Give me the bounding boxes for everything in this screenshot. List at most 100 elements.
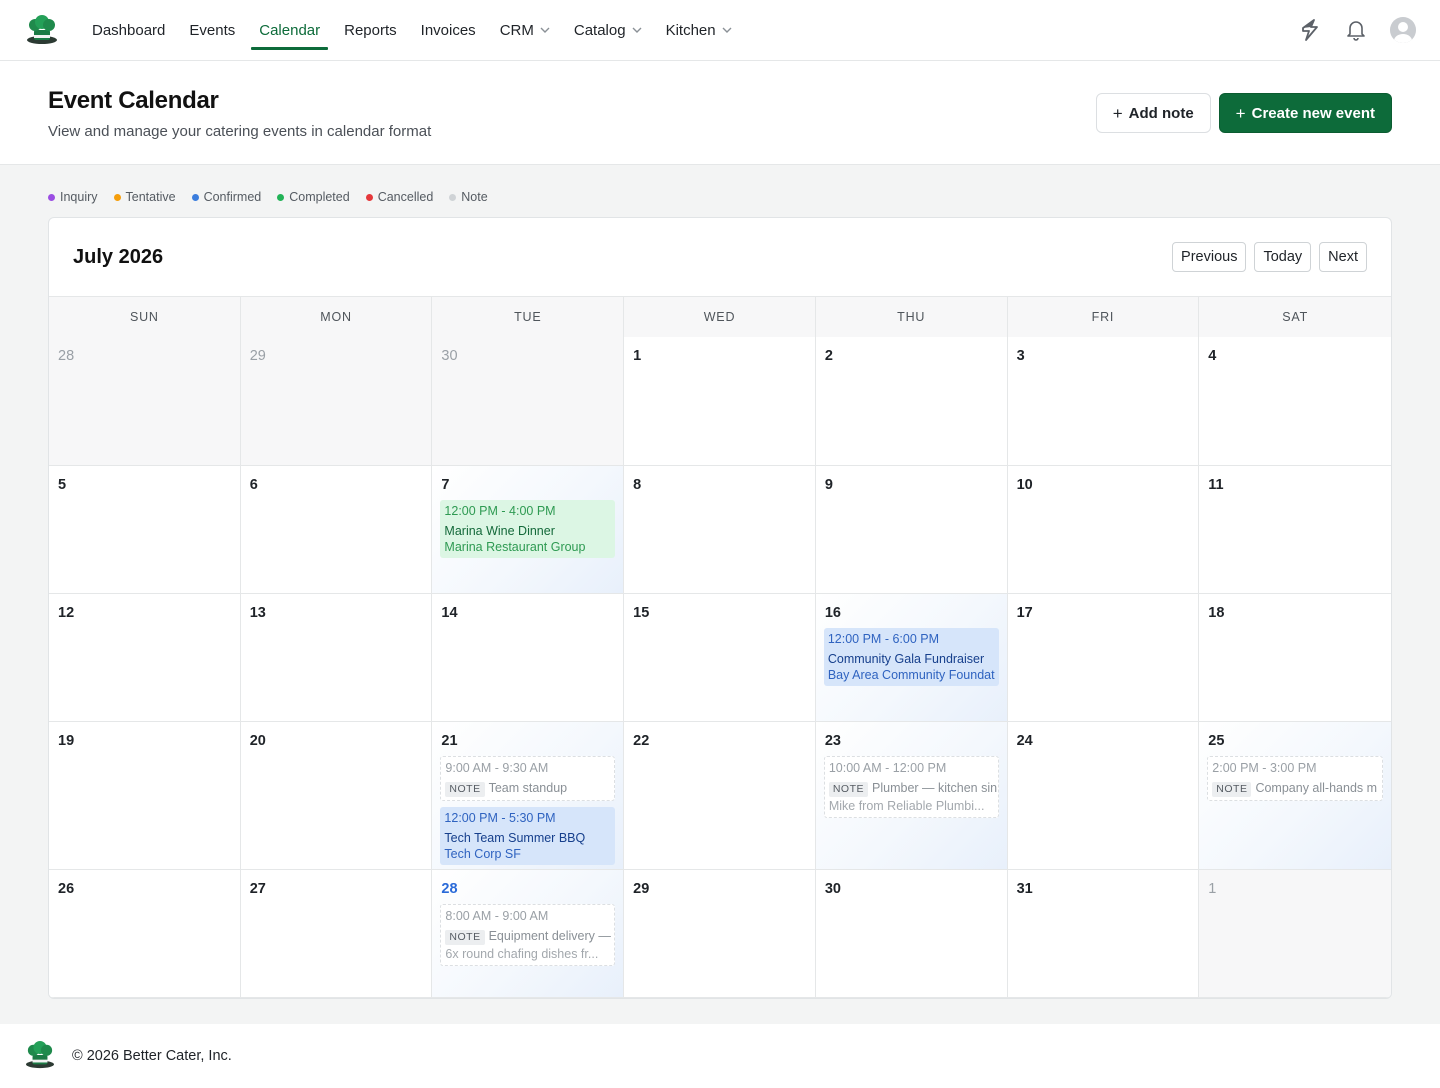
day-number: 29: [633, 881, 650, 897]
calendar-day-cell[interactable]: 4: [1199, 337, 1391, 466]
calendar-day-cell[interactable]: 12: [49, 594, 241, 722]
lightning-icon[interactable]: [1298, 18, 1322, 42]
nav-item-catalog[interactable]: Catalog: [562, 0, 654, 61]
calendar-note[interactable]: 8:00 AM - 9:00 AM NOTE Equipment delivery …: [440, 904, 616, 966]
calendar-day-cell[interactable]: 29: [240, 337, 433, 466]
nav-item-dashboard[interactable]: Dashboard: [80, 0, 177, 61]
nav-item-kitchen[interactable]: Kitchen: [654, 0, 744, 61]
calendar-note[interactable]: 9:00 AM - 9:30 AM NOTE Team standup: [440, 756, 616, 801]
calendar-day-cell[interactable]: 29: [624, 870, 816, 998]
calendar-day-cell[interactable]: 19: [49, 722, 241, 870]
day-number: 22: [633, 733, 650, 749]
calendar-day-cell[interactable]: 28 8:00 AM - 9:00 AM NOTE Equipment deliver…: [432, 870, 625, 998]
nav-item-reports[interactable]: Reports: [332, 0, 409, 61]
day-number: 9: [824, 477, 833, 493]
day-number: 11: [1208, 477, 1224, 493]
nav-item-crm[interactable]: CRM: [488, 0, 562, 61]
calendar-day-cell[interactable]: 9: [815, 466, 1008, 594]
nav-item-calendar[interactable]: Calendar: [247, 0, 332, 61]
legend-dot: [191, 193, 199, 201]
add-note-button[interactable]: + Add note: [1095, 93, 1211, 133]
day-number: 21: [441, 733, 458, 749]
calendar-day-cell[interactable]: 20: [240, 722, 433, 870]
calendar-event[interactable]: 12:00 PM - 6:00 PM Community Gala Fundrai…: [823, 628, 999, 686]
calendar-day-cell[interactable]: 16 12:00 PM - 6:00 PM Community Gala Fundr…: [815, 594, 1008, 722]
calendar-day-cell[interactable]: 10: [1007, 466, 1200, 594]
create-event-button[interactable]: + Create new event: [1218, 93, 1392, 133]
nav-item-label: Kitchen: [665, 21, 716, 39]
calendar-day-cell[interactable]: 18: [1199, 594, 1391, 722]
legend-dot: [449, 193, 457, 201]
note-detail: Mike from Reliable Plumbi...: [828, 799, 985, 813]
event-time: 2:00 PM - 3:00 PM: [1212, 761, 1317, 775]
day-number: 23: [824, 733, 841, 749]
calendar-day-cell[interactable]: 21 9:00 AM - 9:30 AM NOTE Team standup 12:00…: [432, 722, 625, 870]
nav-item-invoices[interactable]: Invoices: [409, 0, 488, 61]
calendar-day-cell[interactable]: 17: [1007, 594, 1200, 722]
plus-icon: +: [1112, 103, 1123, 123]
legend-label: Tentative: [125, 190, 176, 204]
day-number: 10: [1016, 477, 1033, 493]
note-title: Plumber — kitchen sin: [872, 781, 998, 795]
day-number: 3: [1016, 348, 1025, 364]
calendar-day-cell[interactable]: 3: [1007, 337, 1200, 466]
calendar-day-cell[interactable]: 22: [624, 722, 816, 870]
bell-icon[interactable]: [1344, 18, 1368, 42]
day-number: 12: [58, 605, 75, 621]
day-number: 14: [441, 605, 458, 621]
calendar-day-cell[interactable]: 8: [624, 466, 816, 594]
day-number: 19: [58, 733, 75, 749]
calendar-day-cell[interactable]: 28: [49, 337, 241, 466]
legend-label: Cancelled: [377, 190, 434, 204]
calendar-day-cell[interactable]: 26: [49, 870, 241, 998]
calendar-day-cell[interactable]: 15: [624, 594, 816, 722]
calendar-day-cell[interactable]: 11: [1199, 466, 1391, 594]
nav-item-label: Catalog: [573, 21, 626, 39]
event-time: 8:00 AM - 9:00 AM: [445, 909, 549, 923]
today-button[interactable]: Today: [1254, 242, 1312, 272]
nav-item-events[interactable]: Events: [177, 0, 247, 61]
status-legend: Inquiry Tentative Confirmed Completed Cancel…: [0, 165, 1440, 217]
note-text: NOTE Equipment delivery —: [445, 928, 611, 945]
calendar-day-cell[interactable]: 23 10:00 AM - 12:00 PM NOTE Plumber — kitch…: [815, 722, 1008, 870]
day-number: 30: [824, 881, 841, 897]
plus-icon: +: [1235, 103, 1246, 123]
chevron-down-icon: [540, 27, 550, 33]
day-number: 17: [1016, 605, 1033, 621]
calendar-day-cell[interactable]: 2: [815, 337, 1008, 466]
event-time: 12:00 PM - 6:00 PM: [827, 632, 940, 646]
calendar-day-cell[interactable]: 5: [49, 466, 241, 594]
note-text: NOTE Team standup: [445, 780, 610, 797]
calendar-day-cell[interactable]: 13: [240, 594, 433, 722]
calendar-day-cell[interactable]: 30: [432, 337, 625, 466]
calendar-day-cell[interactable]: 25 2:00 PM - 3:00 PM NOTE Company all-hands…: [1199, 722, 1391, 870]
day-number: 30: [441, 348, 458, 364]
user-avatar-icon[interactable]: [1390, 17, 1416, 43]
legend-label: Note: [461, 190, 488, 204]
calendar-event[interactable]: 12:00 PM - 5:30 PM Tech Team Summer BBQ Te…: [440, 807, 616, 865]
calendar-note[interactable]: 2:00 PM - 3:00 PM NOTE Company all-hands m: [1207, 756, 1383, 801]
calendar-day-cell[interactable]: 27: [240, 870, 433, 998]
event-client: Marina Restaurant Group: [444, 540, 586, 554]
calendar-day-cell[interactable]: 24: [1007, 722, 1200, 870]
calendar-day-cell[interactable]: 7 12:00 PM - 4:00 PM Marina Wine Dinner Mar…: [432, 466, 625, 594]
calendar-note[interactable]: 10:00 AM - 12:00 PM NOTE Plumber — kitchen…: [823, 756, 999, 818]
calendar-day-cell[interactable]: 1: [624, 337, 816, 466]
day-number: 25: [1208, 733, 1225, 749]
chef-hat-logo-icon[interactable]: [24, 12, 60, 48]
calendar-event[interactable]: 12:00 PM - 4:00 PM Marina Wine Dinner Mari…: [440, 500, 616, 558]
legend-item: Note: [449, 190, 488, 204]
calendar-day-cell[interactable]: 31: [1007, 870, 1200, 998]
weekday-label: TUE: [432, 297, 625, 337]
legend-item: Confirmed: [191, 190, 261, 204]
calendar-day-cell[interactable]: 6: [240, 466, 433, 594]
weekday-label: SAT: [1282, 310, 1309, 324]
calendar-day-cell[interactable]: 1: [1199, 870, 1391, 998]
create-event-label: Create new event: [1251, 104, 1375, 122]
previous-button[interactable]: Previous: [1172, 242, 1247, 272]
note-text: NOTE Company all-hands m: [1212, 780, 1378, 797]
next-button[interactable]: Next: [1319, 242, 1367, 272]
top-navigation: Dashboard Events Calendar Reports Invoices CR…: [0, 0, 1440, 61]
calendar-day-cell[interactable]: 14: [432, 594, 625, 722]
calendar-day-cell[interactable]: 30: [815, 870, 1008, 998]
